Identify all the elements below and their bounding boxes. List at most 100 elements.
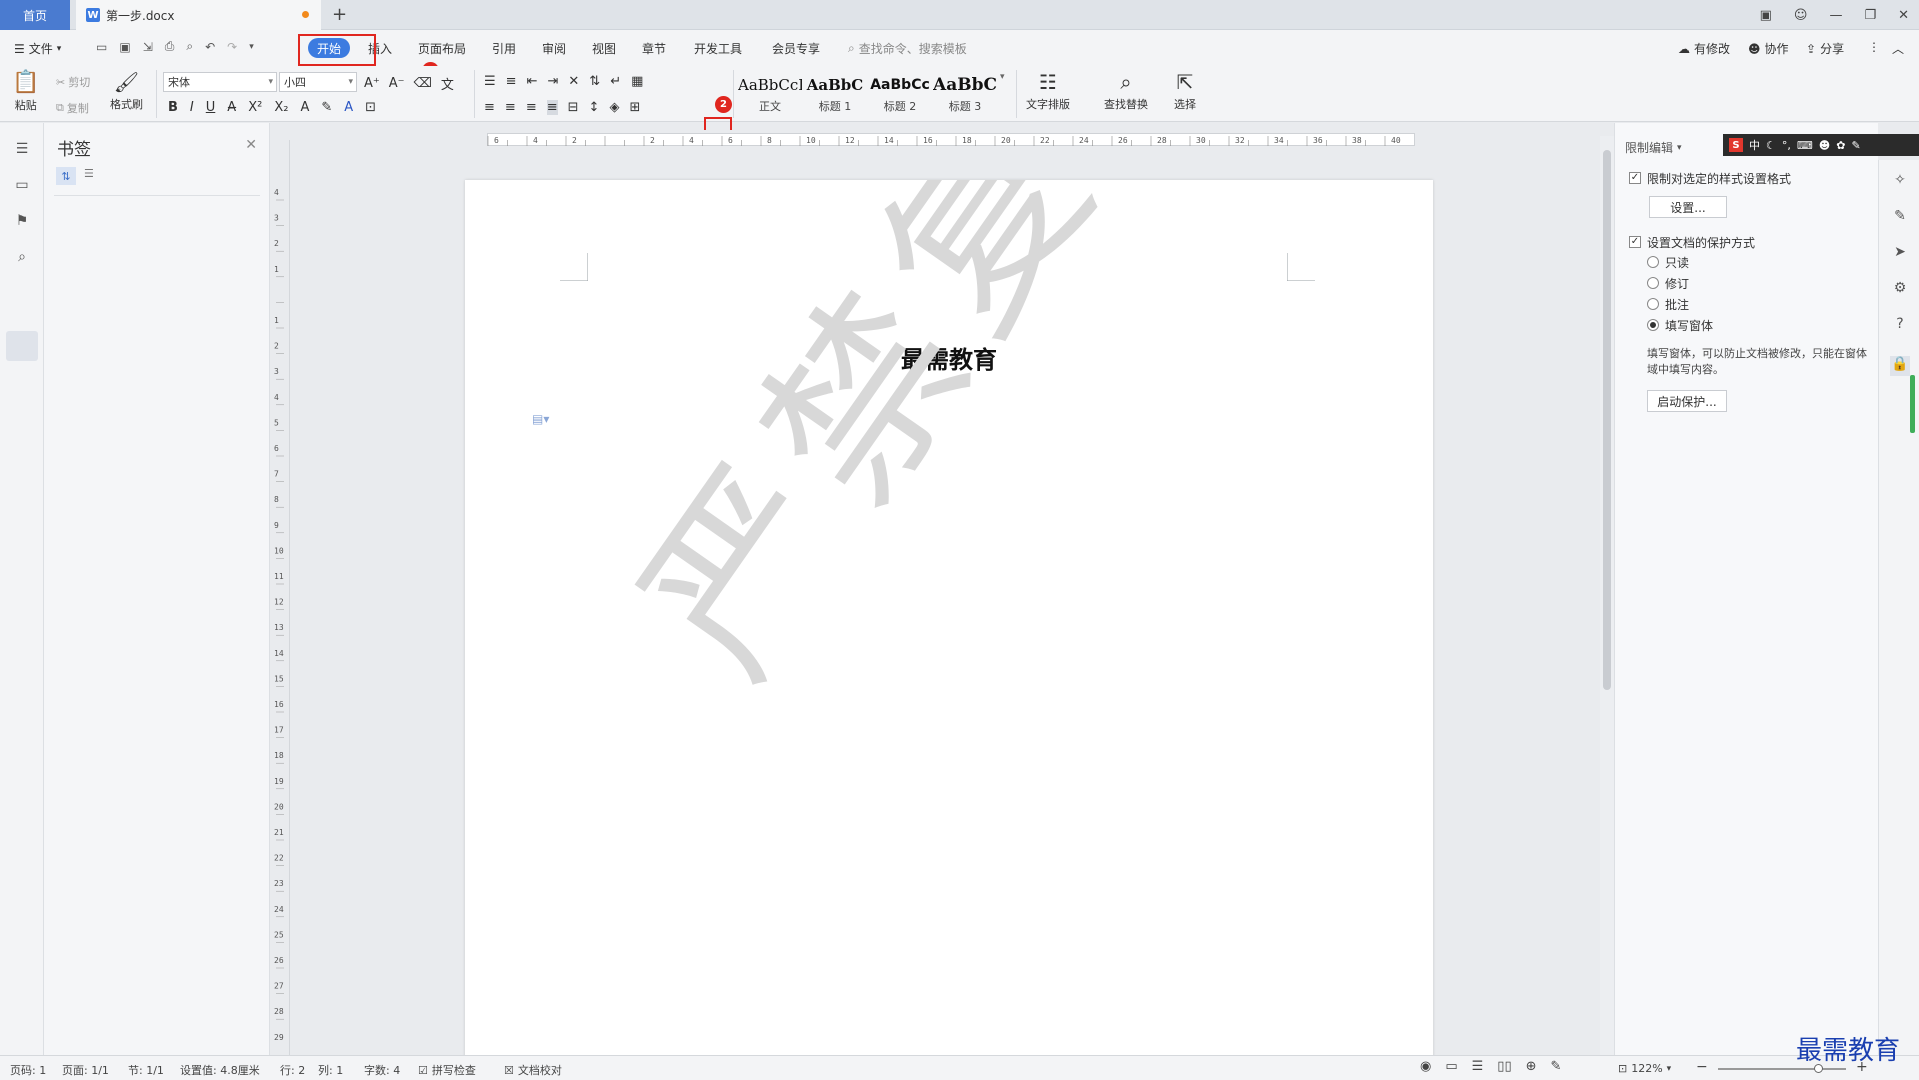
font-name-select[interactable]: 宋体 [163, 72, 277, 92]
align-center-icon[interactable]: ≡ [505, 100, 516, 115]
moon-icon[interactable]: ☾ [1766, 139, 1776, 152]
collab-button[interactable]: ☻ 协作 [1748, 40, 1789, 57]
restrict-editing-title[interactable]: 限制编辑 ▾ [1625, 139, 1682, 156]
more-menu-icon[interactable]: ⋮ [1868, 40, 1880, 54]
new-doc-icon[interactable]: ▭ [96, 40, 107, 54]
protect-method-checkbox[interactable]: ✓ [1629, 236, 1641, 248]
eye-icon[interactable]: ◉ [1420, 1059, 1431, 1074]
restore-button[interactable]: ❐ [1864, 8, 1876, 23]
shrink-font-icon[interactable]: A⁻ [389, 76, 405, 91]
outdent-icon[interactable]: ⇤ [527, 74, 538, 89]
status-page-code[interactable]: 页码: 1 [10, 1062, 46, 1078]
web-view-icon[interactable]: ⊕ [1526, 1059, 1537, 1074]
sogou-icon[interactable]: S [1729, 138, 1743, 152]
command-search[interactable]: ⌕ 查找命令、搜索模板 [848, 40, 967, 57]
pointer-icon[interactable]: ➤ [1890, 244, 1910, 264]
select-button[interactable]: ⇱ 选择 [1174, 70, 1196, 112]
find-replace-button[interactable]: ⌕ 查找替换 [1104, 70, 1148, 112]
italic-icon[interactable]: I [190, 100, 194, 115]
cut-button[interactable]: ✂ 剪切 [56, 74, 90, 90]
preview-icon[interactable]: ⌕ [186, 39, 193, 54]
spell-check-toggle[interactable]: ☑ 拼写检查 [418, 1062, 476, 1078]
tab-document[interactable]: W 第一步.docx [76, 0, 321, 30]
strikethrough-icon[interactable]: A̶ [227, 100, 236, 115]
zoom-slider[interactable] [1718, 1064, 1846, 1073]
menu-references[interactable]: 引用 [492, 40, 516, 57]
text-effect-icon[interactable]: A [300, 100, 309, 115]
vertical-scrollbar[interactable] [1600, 136, 1614, 1055]
status-page[interactable]: 页面: 1/1 [62, 1062, 109, 1078]
line-spacing-icon[interactable]: ↕ [589, 100, 600, 115]
sort-by-position-icon[interactable]: ☰ [84, 167, 94, 180]
char-border-icon[interactable]: ⊡ [365, 100, 376, 115]
avatar[interactable]: ☺ [1794, 8, 1808, 23]
start-protection-button[interactable]: 启动保护... [1647, 390, 1727, 412]
radio-revision[interactable] [1647, 277, 1659, 289]
status-col[interactable]: 列: 1 [318, 1062, 343, 1078]
copy-button[interactable]: ⧉ 复制 [56, 100, 89, 116]
styles-more-icon[interactable]: ▾ [1000, 72, 1005, 82]
show-marks-icon[interactable]: ↵ [610, 74, 621, 89]
pen-view-icon[interactable]: ✎ [1551, 1059, 1562, 1074]
smart-icon[interactable]: ✧ [1890, 172, 1910, 192]
sliders-icon[interactable]: ⚙ [1890, 280, 1910, 300]
file-menu[interactable]: ☰ 文件 ▾ [14, 40, 61, 57]
more-icon[interactable]: ▾ [249, 42, 254, 52]
indent-icon[interactable]: ⇥ [547, 74, 558, 89]
font-size-select[interactable]: 小四 [279, 72, 357, 92]
vertical-ruler[interactable]: 4 3 2 1 1 2 3 4 5 6 7 8 9 10 11 12 13 14 15 16 17 18 19 20 21 22 2… [270, 140, 290, 1071]
layout-icon[interactable]: ▣ [1760, 8, 1772, 23]
style-heading-1[interactable]: AaBbC 标题 1 [803, 72, 867, 118]
status-row[interactable]: 行: 2 [280, 1062, 305, 1078]
radio-readonly[interactable] [1647, 256, 1659, 268]
sort-by-name-icon[interactable]: ⇅ [56, 167, 76, 185]
close-window-button[interactable]: ✕ [1898, 8, 1909, 23]
punctuation-icon[interactable]: °, [1782, 139, 1791, 152]
table-icon[interactable]: ▦ [631, 74, 643, 89]
document-page[interactable]: 最需教育 ▤▾ 严禁复制 [465, 180, 1433, 1055]
skin-icon[interactable]: ✿ [1836, 139, 1845, 152]
save-icon[interactable]: ▣ [119, 40, 130, 54]
zoom-out-button[interactable]: − [1696, 1059, 1708, 1075]
highlight-icon[interactable]: ✎ [321, 100, 332, 115]
justify-icon[interactable]: ≡ [546, 100, 558, 115]
modified-button[interactable]: ☁ 有修改 [1678, 40, 1730, 57]
distribute-icon[interactable]: ⊟ [568, 100, 579, 115]
paste-options-icon[interactable]: ▤▾ [532, 412, 549, 426]
minimize-button[interactable]: — [1829, 8, 1842, 23]
align-left-icon[interactable]: ≡ [484, 100, 495, 115]
menu-page-layout[interactable]: 页面布局 [418, 40, 466, 57]
style-heading-3[interactable]: AaBbC 标题 3 [933, 72, 997, 118]
outline-icon[interactable]: ☰ [12, 139, 32, 159]
menu-developer[interactable]: 开发工具 [694, 40, 742, 57]
zoom-select[interactable]: ⊡ 122% ▾ [1618, 1062, 1671, 1075]
bookmark-icon[interactable]: ⚑ [12, 211, 32, 231]
menu-review[interactable]: 审阅 [542, 40, 566, 57]
help-icon[interactable]: ? [1890, 316, 1910, 336]
folder-icon[interactable]: ▭ [12, 175, 32, 195]
numbering-icon[interactable]: ≡ [506, 74, 517, 89]
new-tab-button[interactable]: + [332, 4, 347, 25]
status-setting[interactable]: 设置值: 4.8厘米 [180, 1062, 260, 1078]
share-button[interactable]: ⇪ 分享 [1806, 40, 1844, 57]
restrict-style-checkbox[interactable]: ✓ [1629, 172, 1641, 184]
menu-view[interactable]: 视图 [592, 40, 616, 57]
align-right-icon[interactable]: ≡ [526, 100, 537, 115]
sort-icon[interactable]: ⇅ [589, 74, 600, 89]
shading-icon[interactable]: ◈ [609, 100, 619, 115]
style-heading-2[interactable]: AaBbCc 标题 2 [868, 72, 932, 118]
status-section[interactable]: 节: 1/1 [128, 1062, 164, 1078]
redo-icon[interactable]: ↷ [227, 40, 237, 54]
text-layout-button[interactable]: ☷ 文字排版 [1026, 70, 1070, 112]
paste-button[interactable]: 📋 粘贴 [12, 70, 39, 113]
page-view-icon[interactable]: ▭ [1445, 1059, 1457, 1074]
grow-font-icon[interactable]: A⁺ [364, 76, 380, 91]
export-icon[interactable]: ⇲ [143, 40, 153, 54]
font-color-icon[interactable]: A [344, 100, 353, 115]
radio-comment[interactable] [1647, 298, 1659, 310]
collapse-ribbon-icon[interactable]: ︿ [1892, 40, 1904, 57]
close-icon[interactable]: ✕ [245, 137, 257, 153]
radio-fill-form[interactable] [1647, 319, 1659, 331]
underline-icon[interactable]: U [206, 100, 216, 115]
keyboard-icon[interactable]: ⌨ [1797, 139, 1813, 152]
